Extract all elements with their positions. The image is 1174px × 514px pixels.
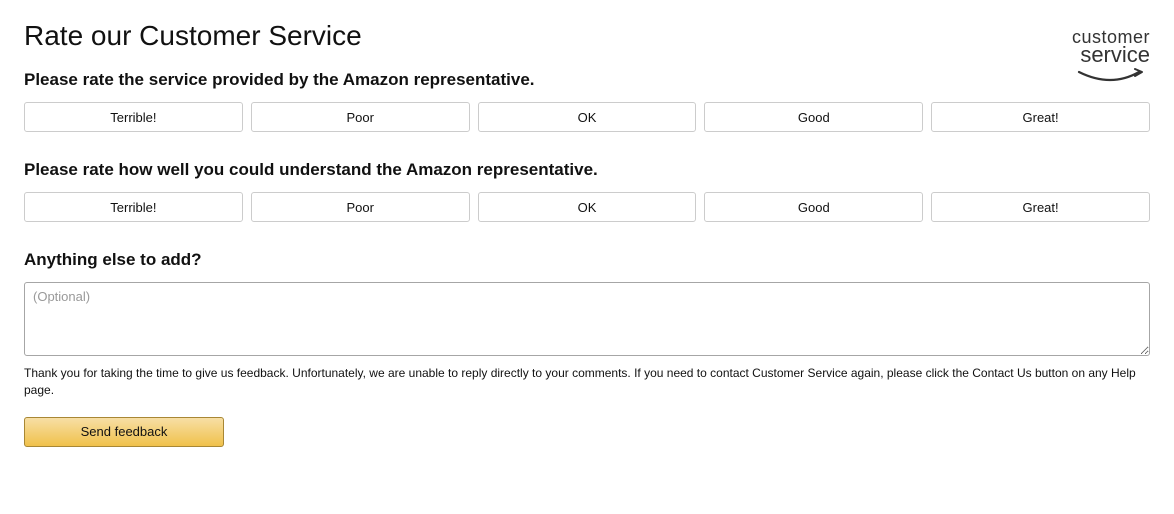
- comments-textarea[interactable]: [24, 282, 1150, 356]
- question1-label: Please rate the service provided by the …: [24, 70, 535, 90]
- question2-rating-row: Terrible! Poor OK Good Great!: [24, 192, 1150, 222]
- rating-poor-button[interactable]: Poor: [251, 102, 470, 132]
- rating-good-button[interactable]: Good: [704, 102, 923, 132]
- rating-good-button[interactable]: Good: [704, 192, 923, 222]
- rating-ok-button[interactable]: OK: [478, 102, 697, 132]
- logo-text-line2: service: [1072, 44, 1150, 66]
- rating-terrible-button[interactable]: Terrible!: [24, 192, 243, 222]
- comments-label: Anything else to add?: [24, 250, 1150, 270]
- smile-swoosh-icon: [1072, 68, 1150, 90]
- customer-service-logo: customer service: [1072, 20, 1150, 90]
- question2-label: Please rate how well you could understan…: [24, 160, 1150, 180]
- rating-great-button[interactable]: Great!: [931, 192, 1150, 222]
- page-title: Rate our Customer Service: [24, 20, 535, 52]
- disclaimer-text: Thank you for taking the time to give us…: [24, 365, 1150, 399]
- send-feedback-button[interactable]: Send feedback: [24, 417, 224, 447]
- rating-terrible-button[interactable]: Terrible!: [24, 102, 243, 132]
- rating-ok-button[interactable]: OK: [478, 192, 697, 222]
- rating-poor-button[interactable]: Poor: [251, 192, 470, 222]
- rating-great-button[interactable]: Great!: [931, 102, 1150, 132]
- question1-rating-row: Terrible! Poor OK Good Great!: [24, 102, 1150, 132]
